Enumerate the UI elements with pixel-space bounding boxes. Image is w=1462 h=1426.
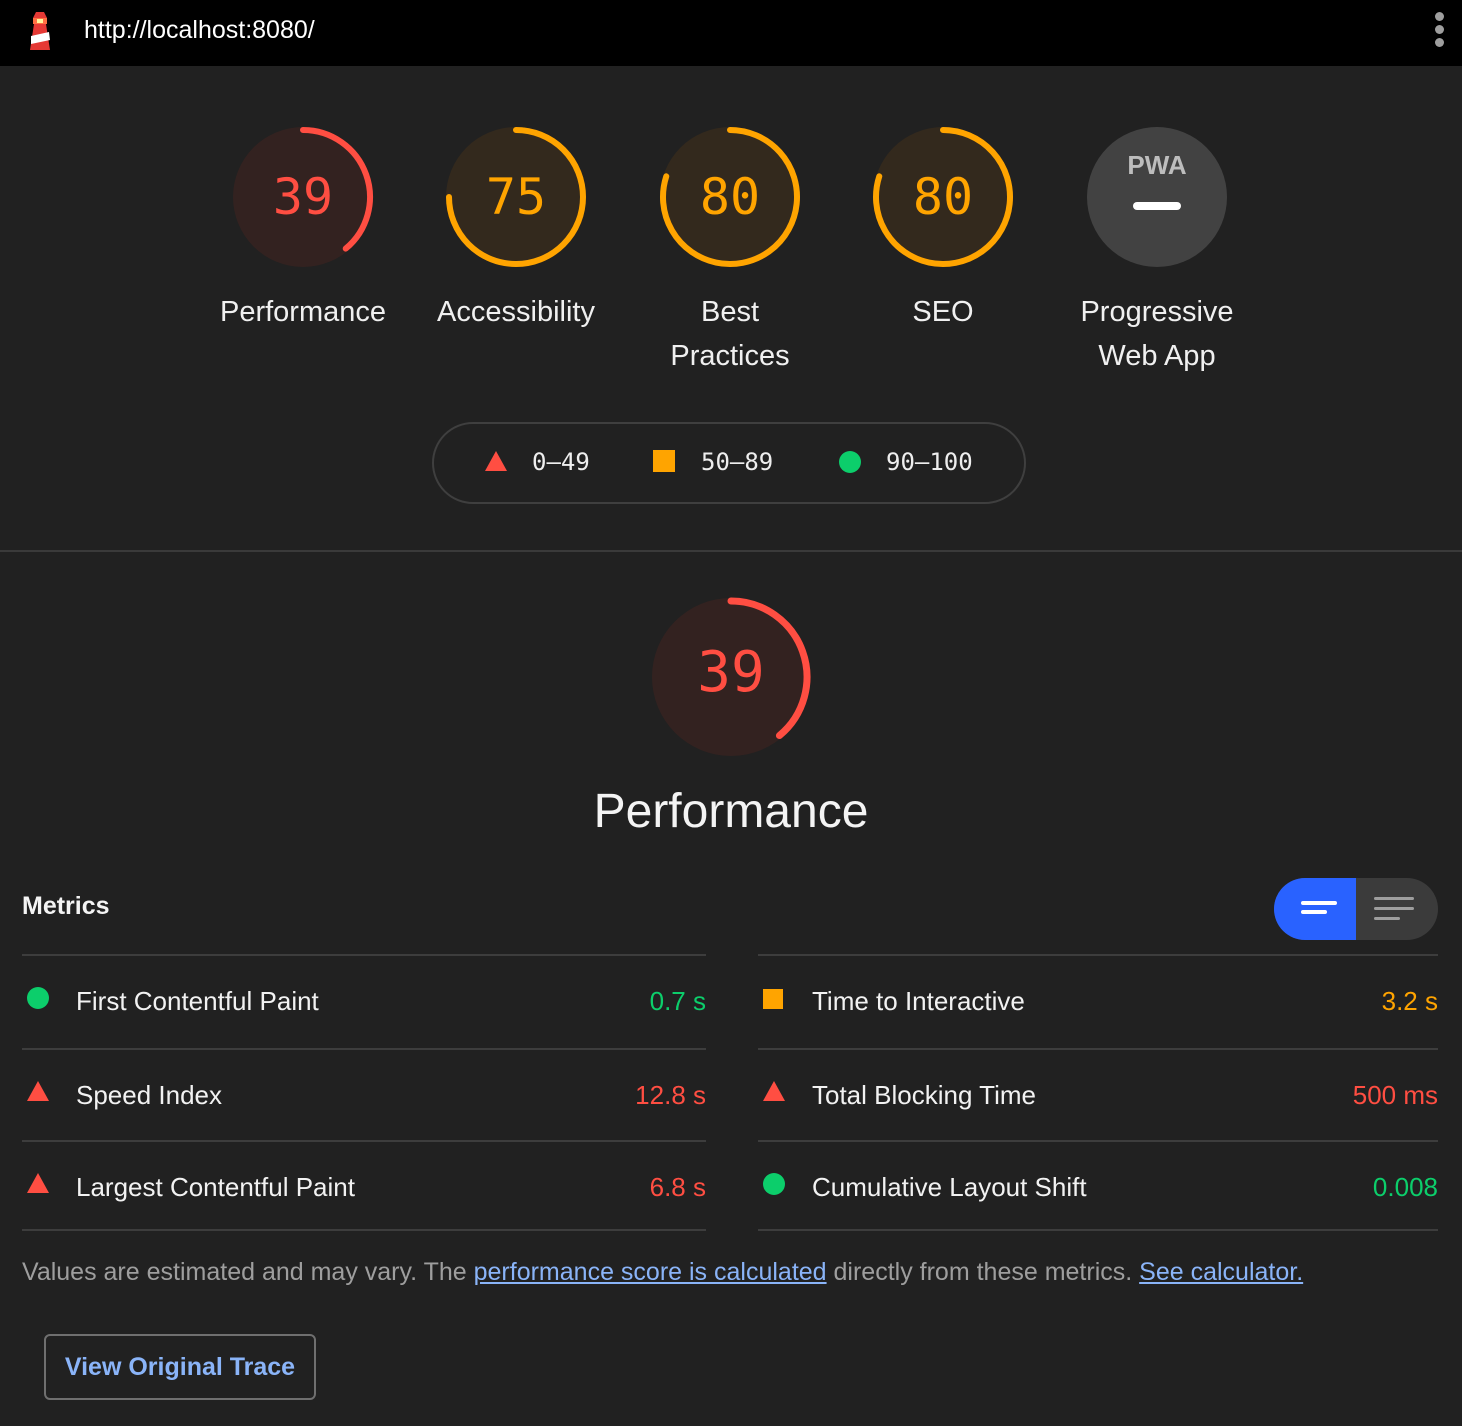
lighthouse-icon (30, 12, 50, 50)
address-url: http://localhost:8080/ (84, 16, 315, 44)
kebab-menu-icon[interactable] (1432, 12, 1446, 52)
metric-name: Speed Index (76, 1080, 223, 1110)
compact-lines-icon (1301, 901, 1337, 914)
metric-value: 12.8 s (635, 1080, 706, 1110)
category-label: Best Practices (670, 296, 790, 372)
note-text-middle: directly from these metrics. (826, 1258, 1140, 1286)
category-score: 80 (700, 168, 760, 226)
category-gauge-progressive-web-app[interactable]: PWA Progressive Web App (1067, 124, 1247, 378)
top-bar: http://localhost:8080/ (0, 0, 1462, 66)
metric-value: 0.7 s (649, 986, 706, 1016)
metric-row: Speed Index 12.8 s (22, 1048, 706, 1140)
circle-icon (839, 451, 861, 473)
metric-value: 0.008 (1372, 1172, 1438, 1202)
metric-row: First Contentful Paint 0.7 s (22, 954, 706, 1046)
metric-name: First Contentful Paint (76, 986, 319, 1016)
metric-name: Time to Interactive (812, 986, 1025, 1016)
legend-fail-range: 0–49 (532, 448, 590, 476)
metrics-note: Values are estimated and may vary. The p… (22, 1258, 1303, 1287)
category-label: Progressive Web App (1080, 296, 1234, 372)
square-icon (653, 450, 675, 472)
note-text-start: Values are estimated and may vary. The (22, 1258, 474, 1286)
metric-row: Largest Contentful Paint 6.8 s (22, 1140, 706, 1232)
pwa-badge-icon: PWA (1127, 150, 1186, 180)
score-legend: 0–49 50–89 90–100 (432, 422, 1026, 504)
metric-value: 3.2 s (1381, 986, 1438, 1016)
metric-row: Time to Interactive 3.2 s (758, 954, 1438, 1046)
metrics-bottom-rule (758, 1229, 1438, 1231)
triangle-icon (485, 451, 507, 471)
triangle-icon (26, 1172, 50, 1199)
category-label: SEO (912, 296, 974, 328)
compact-view-button[interactable] (1274, 878, 1356, 940)
category-score: 39 (273, 168, 333, 226)
section-title: Performance (593, 785, 869, 838)
category-gauge-seo[interactable]: 80 SEO (853, 124, 1033, 334)
score-ring: 80 (660, 127, 800, 267)
metric-name: Cumulative Layout Shift (812, 1172, 1087, 1202)
category-score: 80 (913, 168, 973, 226)
score-ring: 80 (873, 127, 1013, 267)
performance-score-link[interactable]: performance score is calculated (474, 1258, 827, 1286)
metrics-bottom-rule (22, 1229, 706, 1231)
legend-average-range: 50–89 (701, 448, 774, 476)
legend-pass-range: 90–100 (886, 448, 973, 476)
square-icon (762, 988, 784, 1015)
category-label: Accessibility (437, 296, 595, 328)
score-ring: 75 (446, 127, 586, 267)
triangle-icon (762, 1080, 786, 1107)
category-gauge-accessibility[interactable]: 75 Accessibility (426, 124, 606, 334)
section-divider (0, 550, 1462, 552)
see-calculator-link[interactable]: See calculator. (1139, 1258, 1303, 1286)
metric-row: Total Blocking Time 500 ms (758, 1048, 1438, 1140)
circle-icon (762, 1172, 786, 1201)
expanded-view-button[interactable] (1356, 878, 1438, 940)
dash-icon (1133, 202, 1181, 210)
expanded-lines-icon (1374, 897, 1414, 920)
category-gauge-best-practices[interactable]: 80 Best Practices (640, 124, 820, 378)
performance-score-large: 39 (697, 640, 764, 705)
score-ring: 39 (233, 127, 373, 267)
category-gauge-performance[interactable]: 39 Performance (213, 124, 393, 334)
metrics-title: Metrics (22, 892, 110, 920)
category-label: Performance (219, 296, 386, 328)
metrics-view-toggle (1274, 878, 1438, 940)
circle-icon (26, 986, 50, 1015)
triangle-icon (26, 1080, 50, 1107)
metric-value: 6.8 s (649, 1172, 706, 1202)
view-original-trace-button[interactable]: View Original Trace (44, 1334, 316, 1400)
metric-name: Total Blocking Time (812, 1080, 1036, 1110)
category-score: 75 (486, 168, 546, 226)
metric-name: Largest Contentful Paint (76, 1172, 355, 1202)
performance-gauge-large: 39 (652, 597, 811, 756)
score-ring: PWA (1087, 127, 1227, 267)
metric-value: 500 ms (1352, 1080, 1438, 1110)
metric-row: Cumulative Layout Shift 0.008 (758, 1140, 1438, 1232)
